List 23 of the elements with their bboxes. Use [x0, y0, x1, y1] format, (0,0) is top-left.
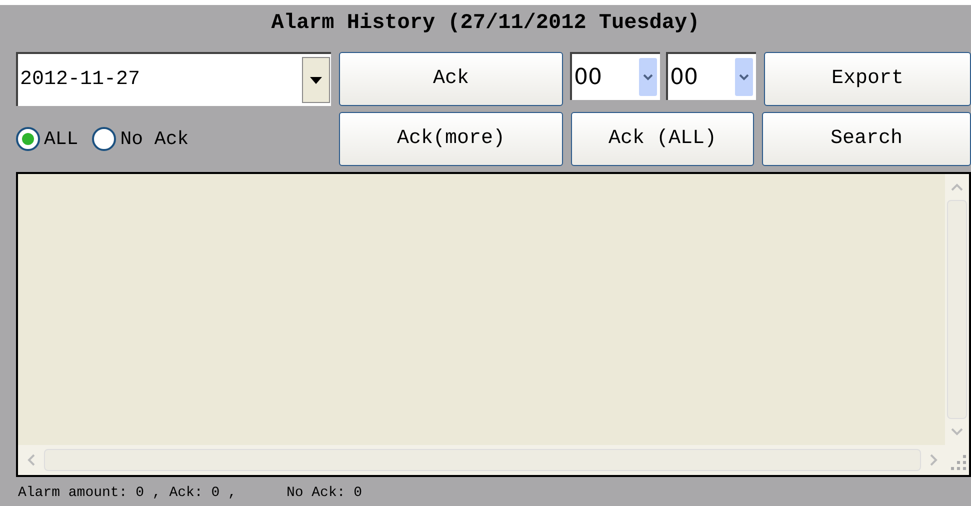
date-combo-box[interactable]: 2012-11-27	[16, 52, 331, 106]
chevron-down-icon	[643, 74, 653, 80]
search-button[interactable]: Search	[762, 112, 971, 166]
select-value: 00	[573, 64, 602, 92]
vertical-scrollbar[interactable]	[945, 174, 969, 445]
dropdown-button[interactable]	[302, 57, 330, 103]
window-title: Alarm History (27/11/2012 Tuesday)	[271, 11, 700, 38]
select-value: 00	[669, 64, 698, 92]
radio-button[interactable]	[92, 127, 116, 151]
radio-label: No Ack	[120, 126, 189, 152]
export-button[interactable]: Export	[764, 52, 971, 106]
radio-label: ALL	[44, 126, 78, 152]
ack-all-button[interactable]: Ack (ALL)	[571, 112, 754, 166]
radio-button[interactable]	[16, 127, 40, 151]
time-select[interactable]: 00	[570, 52, 660, 100]
ack-button[interactable]: Ack	[339, 52, 563, 106]
status-text: No Ack: 0	[286, 484, 362, 503]
ack-more-button[interactable]: Ack(more)	[339, 112, 563, 166]
chevron-down-icon	[739, 74, 749, 80]
caret-icon	[310, 76, 322, 84]
status-text: Alarm amount: 0 , Ack: 0 ,	[18, 484, 236, 503]
time-select[interactable]: 00	[666, 52, 756, 100]
date-value: 2012-11-27	[19, 67, 142, 93]
